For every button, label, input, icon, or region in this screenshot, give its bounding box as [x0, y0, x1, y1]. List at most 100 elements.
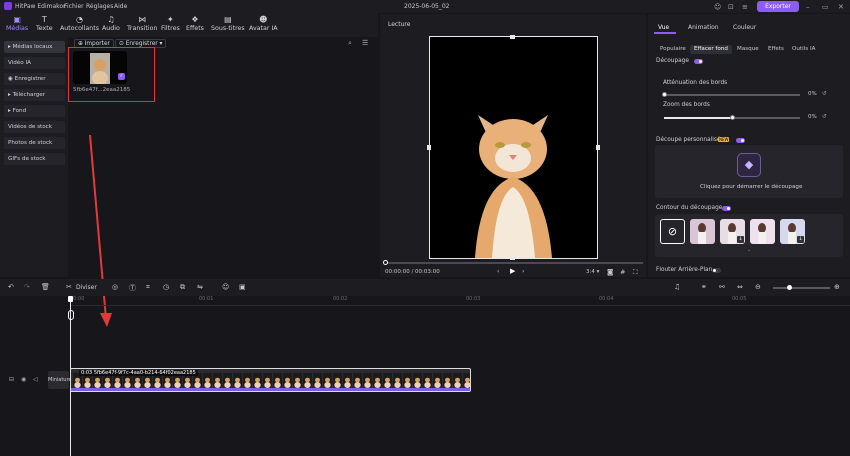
sidebar-item-fond[interactable]: ▸ Fond: [4, 105, 65, 117]
visibility-icon[interactable]: ◉: [21, 376, 26, 383]
custom-cutout-toggle[interactable]: [736, 138, 745, 143]
export-button[interactable]: Exporter: [757, 1, 799, 12]
zoom-knob[interactable]: [787, 285, 792, 290]
contour-toggle[interactable]: [722, 206, 731, 211]
play-icon[interactable]: ▶: [510, 267, 515, 275]
edge-zoom-knob[interactable]: [730, 115, 735, 120]
marker-icon[interactable]: ◎: [112, 283, 118, 291]
tool-audio[interactable]: ♫ Audio: [102, 16, 120, 33]
cutout-toggle[interactable]: [694, 59, 703, 64]
reset-icon[interactable]: ↺: [822, 91, 827, 97]
tool-texte[interactable]: T Texte: [36, 16, 53, 33]
contour-preset-4[interactable]: ↓: [780, 219, 805, 244]
sidebar-item-telecharger[interactable]: ▸ Télécharger: [4, 89, 65, 101]
start-cutout-card[interactable]: ◆ Cliquez pour démarrer le découpage: [655, 145, 843, 198]
avatar-tool-icon[interactable]: ☺: [222, 283, 229, 291]
contour-preset-1[interactable]: [690, 219, 715, 244]
tab-vue[interactable]: Vue: [658, 24, 669, 31]
split-icon[interactable]: ✂: [66, 283, 72, 291]
tab-couleur[interactable]: Couleur: [733, 24, 756, 31]
sidebar-item-videos-stock[interactable]: Vidéos de stock: [4, 121, 65, 133]
timeline-clip[interactable]: 0:03 5fb6e47f-9f7c-4aa0-b214-64f02eaa218…: [70, 368, 471, 392]
menu-icon[interactable]: ≡: [742, 3, 748, 11]
no-contour-icon[interactable]: ⊘: [660, 219, 685, 244]
mute-icon[interactable]: ◁: [33, 376, 38, 383]
resize-handle-bottom[interactable]: [510, 256, 515, 260]
blur-background-toggle[interactable]: [712, 268, 721, 273]
contour-preset-2[interactable]: ↓: [720, 219, 745, 244]
zoom-in-icon[interactable]: ⊕: [834, 283, 840, 291]
close-icon[interactable]: ✕: [838, 3, 844, 11]
undo-icon[interactable]: ↶: [8, 283, 14, 291]
mirror-icon[interactable]: ⇋: [197, 283, 203, 291]
track-thumbnail[interactable]: Miniature: [48, 371, 71, 389]
freeze-icon[interactable]: ⧉: [180, 283, 185, 292]
snap-icon[interactable]: ⚯: [719, 283, 725, 291]
prev-frame-icon[interactable]: ‹: [497, 268, 499, 275]
playhead-handle[interactable]: [68, 296, 73, 302]
tool-autocollants[interactable]: ◔ Autocollants: [60, 16, 99, 33]
subtab-populaire[interactable]: Populaire: [656, 45, 690, 54]
subtab-outils-ia[interactable]: Outils IA: [788, 45, 819, 54]
subtab-effets[interactable]: Effets: [764, 45, 788, 54]
microphone-icon[interactable]: ♫: [674, 283, 680, 291]
crop-icon[interactable]: ⌗: [146, 283, 150, 292]
edge-zoom-fill: [664, 117, 732, 119]
expand-chevron-icon[interactable]: ⌄: [747, 247, 751, 253]
minimize-icon[interactable]: –: [806, 3, 810, 11]
speed-icon[interactable]: ◷: [163, 283, 169, 291]
clip-frame-thumbnail: [283, 373, 292, 388]
text-tool-icon[interactable]: Ⓣ: [129, 283, 136, 293]
zoom-out-icon[interactable]: ⊖: [755, 283, 761, 291]
tool-transition[interactable]: ⋈ Transition: [127, 16, 157, 33]
tool-sous-titres[interactable]: ▤ Sous-titres: [211, 15, 245, 33]
sidebar-item-gifs-stock[interactable]: GIFs de stock: [4, 153, 65, 165]
edge-attenuation-slider[interactable]: [664, 94, 800, 96]
sidebar-item-photos-stock[interactable]: Photos de stock: [4, 137, 65, 149]
sidebar-item-label: Médias locaux: [12, 44, 53, 50]
preview-canvas[interactable]: [427, 35, 600, 260]
resize-handle-left[interactable]: [427, 145, 431, 150]
effects-icon: ❖: [191, 15, 199, 24]
subtitle-icon: ▤: [224, 15, 232, 24]
tool-filtres[interactable]: ✦ Filtres: [161, 16, 180, 33]
grid-icon[interactable]: #: [620, 268, 625, 276]
subtab-masque[interactable]: Masque: [733, 45, 763, 54]
sidebar-item-medias-locaux[interactable]: ▸ Médias locaux: [4, 41, 65, 53]
cart-icon[interactable]: ⊡: [728, 3, 734, 11]
preview-progress-bar[interactable]: [385, 262, 643, 264]
link-icon[interactable]: ⚭: [701, 283, 707, 291]
preview-progress-knob[interactable]: [383, 260, 388, 265]
tab-animation[interactable]: Animation: [688, 24, 719, 31]
sidebar-item-enregistrer[interactable]: ◉ Enregistrer: [4, 73, 65, 85]
image-tool-icon[interactable]: ▣: [239, 283, 246, 291]
view-options-icon[interactable]: ☰: [362, 39, 368, 47]
resize-handle-top[interactable]: [510, 35, 515, 39]
delete-icon[interactable]: 🗑: [41, 283, 50, 291]
feedback-icon[interactable]: ☺: [714, 3, 721, 11]
zoom-slider[interactable]: [773, 287, 830, 289]
fullscreen-icon[interactable]: ⛶: [633, 268, 638, 277]
resize-handle-right[interactable]: [596, 145, 600, 150]
menu-aide[interactable]: Aide: [114, 3, 127, 10]
sidebar-item-video-ia[interactable]: Vidéo IA: [4, 57, 65, 69]
search-icon[interactable]: ⌕: [348, 39, 352, 48]
aspect-ratio-select[interactable]: 3:4 ▾: [586, 269, 599, 275]
reset-icon[interactable]: ↺: [822, 114, 827, 120]
split-label[interactable]: Diviser: [76, 284, 97, 291]
tool-avatar-ia[interactable]: ☻ Avatar IA: [249, 16, 278, 33]
tool-medias[interactable]: ▣ Médias: [6, 16, 28, 33]
redo-icon[interactable]: ↷: [24, 283, 30, 291]
subtab-effacer-fond[interactable]: Effacer fond: [690, 45, 732, 54]
next-frame-icon[interactable]: ›: [522, 268, 524, 275]
edge-attenuation-knob[interactable]: [662, 92, 667, 97]
fit-icon[interactable]: ⇔: [737, 283, 743, 291]
menu-reglages[interactable]: Réglages: [86, 3, 113, 10]
maximize-icon[interactable]: ▭: [822, 3, 829, 11]
cat-image: [475, 115, 552, 258]
lock-track-icon[interactable]: ⊟: [9, 376, 14, 383]
tool-effets[interactable]: ❖ Effets: [186, 15, 204, 33]
snapshot-icon[interactable]: ◙: [607, 268, 613, 276]
contour-preset-3[interactable]: [750, 219, 775, 244]
menu-fichier[interactable]: Fichier: [64, 3, 84, 10]
